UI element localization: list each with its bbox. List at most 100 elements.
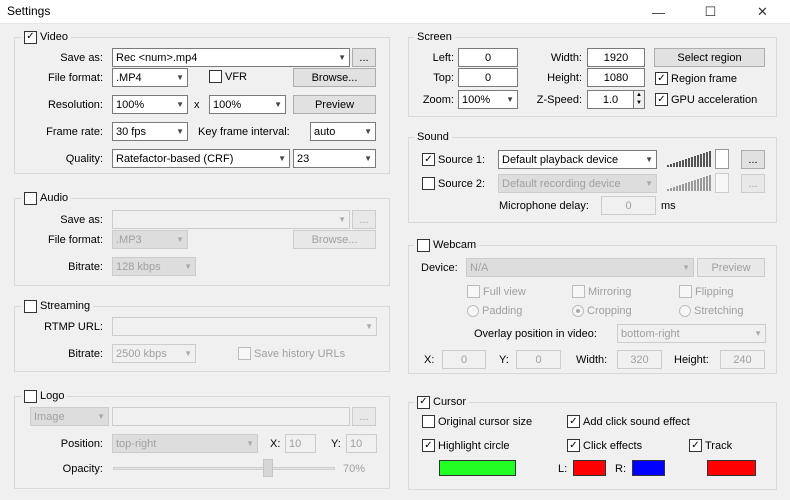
source2-checkbox[interactable]	[422, 177, 435, 190]
zoom-select[interactable]: 100% ▼	[458, 90, 518, 109]
frame-rate-select[interactable]: 30 fps ▼	[112, 122, 188, 141]
gpu-option[interactable]: ✓ GPU acceleration	[655, 93, 757, 106]
logo-browse-button[interactable]: ...	[352, 407, 376, 426]
audio-bitrate-select[interactable]: 128 kbps ▼	[112, 257, 196, 276]
zspeed-input[interactable]: 1.0	[587, 90, 634, 109]
overlay-position-select[interactable]: bottom-right ▼	[617, 324, 766, 343]
region-frame-checkbox[interactable]: ✓	[655, 72, 668, 85]
logo-x-input[interactable]: 10	[285, 434, 316, 453]
opacity-slider[interactable]	[113, 459, 335, 477]
save-history-option[interactable]: Save history URLs	[238, 347, 345, 360]
region-frame-option[interactable]: ✓ Region frame	[655, 72, 737, 85]
close-button[interactable]: ✕	[740, 0, 785, 24]
right-click-color-swatch[interactable]	[632, 460, 665, 476]
source1-volume-thumb[interactable]	[715, 149, 729, 169]
cursor-checkbox[interactable]: ✓	[417, 395, 430, 409]
video-browse-button[interactable]: Browse...	[293, 68, 376, 87]
track-checkbox[interactable]: ✓	[689, 439, 702, 452]
save-history-checkbox[interactable]	[238, 347, 251, 360]
cropping-option[interactable]: Cropping	[572, 305, 632, 317]
full-view-option[interactable]: Full view	[467, 285, 526, 298]
source2-settings-button[interactable]: ...	[741, 174, 765, 193]
track-color-swatch[interactable]	[707, 460, 756, 476]
webcam-x-input[interactable]: 0	[442, 350, 486, 369]
height-input[interactable]: 1080	[587, 68, 645, 87]
spin-down-icon[interactable]: ▼	[634, 99, 644, 107]
minimize-button[interactable]: —	[636, 0, 681, 24]
flipping-checkbox[interactable]	[679, 285, 692, 298]
zspeed-spinner[interactable]: ▲ ▼	[633, 90, 645, 109]
resolution-height-select[interactable]: 100% ▼	[209, 95, 286, 114]
cropping-radio[interactable]	[572, 305, 584, 317]
logo-type-select[interactable]: Image ▼	[30, 407, 109, 426]
width-input[interactable]: 1920	[587, 48, 645, 67]
gpu-checkbox[interactable]: ✓	[655, 93, 668, 106]
highlight-circle-option[interactable]: ✓ Highlight circle	[422, 439, 510, 452]
spin-up-icon[interactable]: ▲	[634, 91, 644, 99]
webcam-preview-button[interactable]: Preview	[697, 258, 765, 277]
original-cursor-size-option[interactable]: Original cursor size	[422, 415, 532, 428]
highlight-color-swatch[interactable]	[439, 460, 516, 476]
source2-device-select[interactable]: Default recording device ▼	[498, 174, 657, 193]
quality-value-select[interactable]: 23 ▼	[293, 149, 376, 168]
webcam-y-input[interactable]: 0	[516, 350, 561, 369]
video-file-format-select[interactable]: .MP4 ▼	[112, 68, 188, 87]
rtmp-url-combo[interactable]: ▼	[112, 317, 377, 336]
source1-volume-meter[interactable]	[667, 151, 711, 167]
flipping-option[interactable]: Flipping	[679, 285, 734, 298]
audio-save-as-combo[interactable]: ▼	[112, 210, 350, 229]
webcam-checkbox[interactable]	[417, 238, 430, 252]
webcam-device-select[interactable]: N/A ▼	[466, 258, 694, 277]
streaming-checkbox[interactable]	[24, 299, 37, 313]
left-click-color-swatch[interactable]	[573, 460, 606, 476]
logo-checkbox[interactable]	[24, 389, 37, 403]
padding-option[interactable]: Padding	[467, 305, 522, 317]
stretching-radio[interactable]	[679, 305, 691, 317]
track-option[interactable]: ✓ Track	[689, 439, 732, 452]
resolution-width-select[interactable]: 100% ▼	[112, 95, 188, 114]
click-sound-option[interactable]: ✓ Add click sound effect	[567, 415, 690, 428]
video-checkbox[interactable]: ✓	[24, 30, 37, 44]
source2-volume-thumb[interactable]	[715, 173, 729, 193]
stretching-option[interactable]: Stretching	[679, 305, 744, 317]
mic-delay-input[interactable]: 0	[601, 196, 656, 215]
mirroring-option[interactable]: Mirroring	[572, 285, 631, 298]
source2-option[interactable]: Source 2:	[422, 177, 485, 190]
mic-delay-label: Microphone delay:	[499, 200, 589, 212]
webcam-height-input[interactable]: 240	[720, 350, 765, 369]
source2-volume-meter[interactable]	[667, 175, 711, 191]
video-preview-button[interactable]: Preview	[293, 95, 376, 114]
vfr-checkbox[interactable]	[209, 70, 222, 83]
audio-checkbox[interactable]	[24, 191, 37, 205]
click-sound-checkbox[interactable]: ✓	[567, 415, 580, 428]
quality-mode-select[interactable]: Ratefactor-based (CRF) ▼	[112, 149, 290, 168]
logo-path-input[interactable]	[112, 407, 350, 426]
highlight-circle-checkbox[interactable]: ✓	[422, 439, 435, 452]
full-view-checkbox[interactable]	[467, 285, 480, 298]
audio-save-as-browse-button[interactable]: ...	[352, 210, 376, 229]
source1-device-select[interactable]: Default playback device ▼	[498, 150, 657, 169]
keyframe-select[interactable]: auto ▼	[310, 122, 376, 141]
source1-settings-button[interactable]: ...	[741, 150, 765, 169]
click-effects-option[interactable]: ✓ Click effects	[567, 439, 642, 452]
left-input[interactable]: 0	[458, 48, 518, 67]
original-cursor-size-checkbox[interactable]	[422, 415, 435, 428]
logo-position-select[interactable]: top-right ▼	[112, 434, 258, 453]
top-input[interactable]: 0	[458, 68, 518, 87]
click-effects-checkbox[interactable]: ✓	[567, 439, 580, 452]
source1-option[interactable]: ✓ Source 1:	[422, 153, 485, 166]
vfr-option[interactable]: VFR	[209, 70, 247, 83]
audio-browse-button[interactable]: Browse...	[293, 230, 376, 249]
mirroring-checkbox[interactable]	[572, 285, 585, 298]
source1-checkbox[interactable]: ✓	[422, 153, 435, 166]
maximize-button[interactable]: ☐	[688, 0, 733, 24]
video-save-as-combo[interactable]: Rec <num>.mp4 ▼	[112, 48, 350, 67]
opacity-slider-thumb[interactable]	[263, 459, 274, 477]
audio-file-format-select[interactable]: .MP3 ▼	[112, 230, 188, 249]
webcam-width-input[interactable]: 320	[617, 350, 662, 369]
video-save-as-browse-button[interactable]: ...	[352, 48, 376, 67]
padding-radio[interactable]	[467, 305, 479, 317]
streaming-bitrate-select[interactable]: 2500 kbps ▼	[112, 344, 196, 363]
logo-y-input[interactable]: 10	[346, 434, 377, 453]
select-region-button[interactable]: Select region	[654, 48, 765, 67]
